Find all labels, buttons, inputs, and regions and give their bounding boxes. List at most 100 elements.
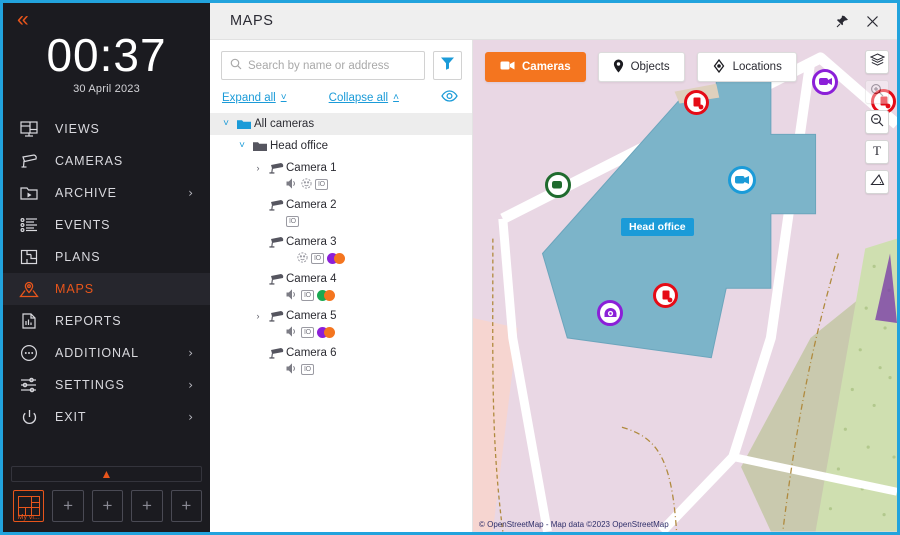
camera-badges: IO	[286, 177, 337, 192]
camera-marker-dome-purple[interactable]	[597, 300, 623, 326]
map-canvas[interactable]	[473, 40, 897, 532]
tab-objects[interactable]: Objects	[597, 52, 685, 82]
expand-all-label: Expand all	[222, 91, 276, 104]
expand-all-link[interactable]: Expand all ˅	[222, 92, 287, 104]
camera-texts: Camera 4 IO	[286, 271, 337, 302]
tree-node-camera-6[interactable]: Camera 6 IO	[210, 342, 472, 379]
io-badge: IO	[286, 216, 299, 227]
view-tab-add-4[interactable]: +	[170, 490, 203, 522]
tree-node-camera-2[interactable]: Camera 2 IO	[210, 194, 472, 231]
collapse-all-link[interactable]: Collapse all ˄	[329, 92, 399, 104]
events-icon	[17, 214, 41, 236]
tree-node-all-cameras[interactable]: ˅ All cameras	[210, 113, 472, 135]
sidebar-item-label: ARCHIVE	[55, 186, 117, 200]
sidebar-item-views[interactable]: VIEWS	[3, 113, 210, 145]
camera-texts: Camera 5 IO	[286, 308, 337, 339]
view-tab-add-3[interactable]: +	[131, 490, 163, 522]
tab-cameras[interactable]: Cameras	[485, 52, 586, 82]
tree-node-label: All cameras	[254, 118, 315, 130]
tree-node-camera-3[interactable]: Camera 3 IO	[210, 231, 472, 268]
clock-time: 00:37	[46, 29, 167, 81]
twisty-collapsed-icon[interactable]: ›	[250, 308, 266, 324]
camera-device-icon	[266, 271, 286, 287]
sidebar-item-archive[interactable]: ARCHIVE ›	[3, 177, 210, 209]
map-layer-tabs: Cameras Objects Locations	[485, 52, 797, 82]
measure-tool-button[interactable]	[865, 170, 889, 194]
camera-texts: Camera 6 IO	[286, 345, 337, 376]
tab-label: Locations	[732, 61, 782, 73]
twisty-expanded-icon[interactable]: ˅	[218, 116, 234, 132]
filter-button[interactable]	[433, 51, 462, 80]
sidebar-item-plans[interactable]: PLANS	[3, 241, 210, 273]
text-tool-button[interactable]: T	[865, 140, 889, 164]
search-box[interactable]	[221, 51, 425, 80]
camera-marker-alarm-red-2[interactable]	[653, 283, 678, 308]
filter-icon	[440, 56, 455, 75]
pin-icon[interactable]	[827, 6, 857, 36]
map-view[interactable]: Head office Cameras Objects Locations T …	[473, 40, 897, 532]
camera-label: Camera 5	[286, 310, 337, 322]
chevron-right-icon: ›	[188, 410, 194, 424]
camera-marker-ptz-purple[interactable]	[812, 69, 838, 95]
eye-icon	[441, 90, 458, 105]
sidebar-item-additional[interactable]: ADDITIONAL ›	[3, 337, 210, 369]
main-panel: MAPS Search by name or address Expand al…	[210, 3, 897, 532]
zoom-in-button[interactable]	[865, 80, 889, 104]
views-panel-expander[interactable]: ▲	[11, 466, 202, 482]
speaker-icon	[286, 325, 298, 340]
map-attribution: © OpenStreetMap - Map data ©2023 OpenStr…	[479, 520, 669, 529]
close-icon[interactable]	[857, 6, 887, 36]
chevron-down-icon: ˅	[280, 92, 287, 103]
alarm-camera-icon	[662, 290, 672, 302]
view-tab-add-1[interactable]: +	[52, 490, 84, 522]
search-icon	[230, 57, 242, 75]
svg-text:T: T	[873, 143, 881, 157]
plus-icon: +	[63, 496, 74, 515]
layout-grid-icon	[17, 496, 40, 516]
view-tab-add-2[interactable]: +	[91, 490, 124, 522]
clock-block: 00:37 30 April 2023	[3, 29, 210, 95]
status-dots	[316, 327, 335, 338]
zoom-in-icon	[870, 83, 884, 102]
sidebar-item-settings[interactable]: SETTINGS ›	[3, 369, 210, 401]
view-tab-my-view[interactable]: My vi...	[13, 490, 45, 522]
camera-marker-blue[interactable]	[728, 166, 756, 194]
twisty-expanded-icon[interactable]: ˅	[234, 138, 250, 154]
fixed-camera-icon	[735, 176, 749, 184]
sidebar-item-exit[interactable]: EXIT ›	[3, 401, 210, 433]
camera-texts: Camera 2 IO	[286, 197, 337, 228]
target-icon	[712, 58, 726, 76]
tree-node-camera-1[interactable]: › Camera 1 IO	[210, 157, 472, 194]
camera-marker-alarm-red[interactable]	[684, 90, 709, 115]
status-dot-orange	[323, 327, 335, 338]
layers-button[interactable]	[865, 50, 889, 74]
folder-icon	[234, 116, 254, 132]
camera-label: Camera 6	[286, 347, 337, 359]
tree-node-head-office[interactable]: ˅ Head office	[210, 135, 472, 157]
status-dots	[326, 253, 345, 264]
chevron-up-icon: ˄	[393, 92, 399, 103]
eye-button[interactable]	[441, 90, 460, 105]
camera-icon	[17, 150, 41, 172]
zoom-out-button[interactable]	[865, 110, 889, 134]
camera-row: Camera 3 IO	[250, 234, 472, 265]
camera-marker-green[interactable]	[545, 172, 571, 198]
tree-node-camera-4[interactable]: Camera 4 IO	[210, 268, 472, 305]
search-row	[210, 40, 472, 80]
map-pin-icon	[613, 59, 624, 76]
sidebar-item-cameras[interactable]: CAMERAS	[3, 145, 210, 177]
sidebar-item-maps[interactable]: MAPS	[3, 273, 210, 305]
plans-icon	[17, 246, 41, 268]
twisty-collapsed-icon[interactable]: ›	[250, 160, 266, 176]
camera-badges: IO	[286, 215, 337, 228]
sidebar-item-reports[interactable]: REPORTS	[3, 305, 210, 337]
tree-node-camera-5[interactable]: › Camera 5 IO	[210, 305, 472, 342]
sidebar-item-events[interactable]: EVENTS	[3, 209, 210, 241]
expand-collapse-row: Expand all ˅ Collapse all ˄	[210, 80, 472, 111]
mic-icon	[301, 177, 312, 192]
application-window: « 00:37 30 April 2023 VIEWS CAMERAS ARCH…	[0, 0, 900, 535]
sidebar-item-label: EXIT	[55, 410, 87, 424]
io-badge: IO	[301, 290, 314, 301]
tab-locations[interactable]: Locations	[696, 52, 797, 82]
search-input[interactable]	[248, 59, 416, 72]
